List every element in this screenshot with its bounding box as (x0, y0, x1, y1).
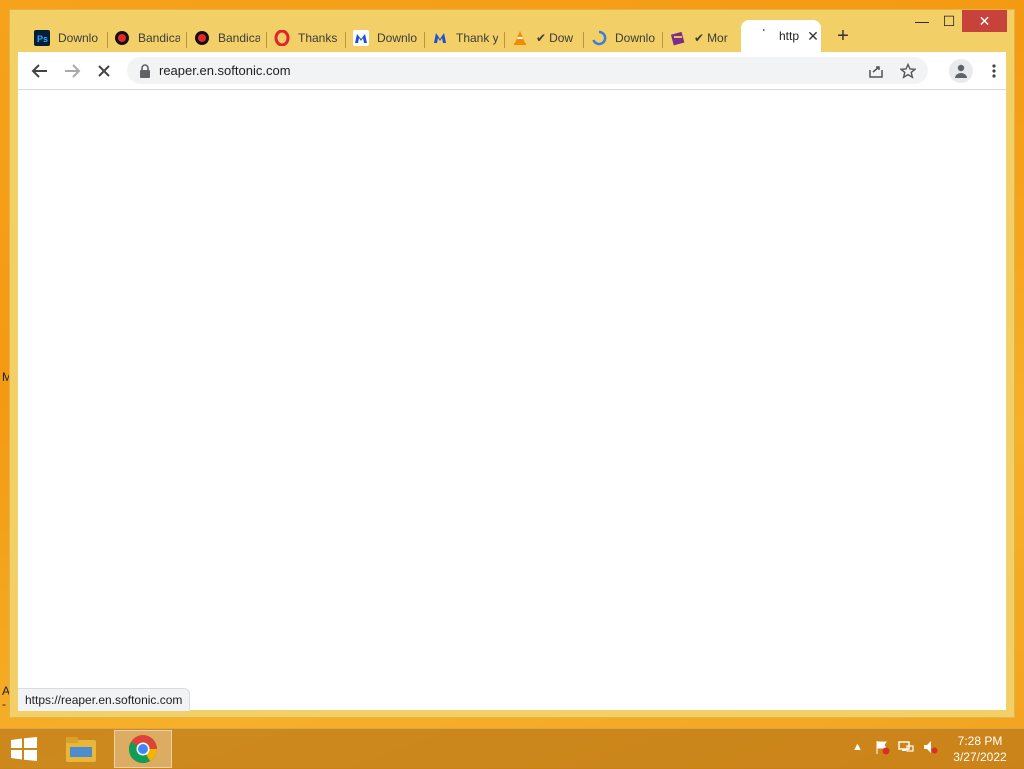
tab-label: Downlo (58, 31, 99, 45)
profile-button[interactable] (949, 59, 973, 83)
chrome-icon (128, 735, 157, 764)
tab-winrar-more[interactable]: ✔ Mor (656, 24, 744, 52)
bandicam-icon (114, 30, 130, 46)
tab-malwarebytes-download[interactable]: Downlo (339, 24, 427, 52)
opera-icon (274, 30, 290, 46)
file-explorer-button[interactable] (52, 730, 110, 768)
person-icon (955, 64, 967, 78)
address-url[interactable]: reaper.en.softonic.com (159, 63, 291, 78)
photoshop-icon: Ps (34, 30, 50, 46)
flag-alert-icon[interactable] (874, 739, 890, 758)
star-icon (900, 63, 916, 79)
share-icon (869, 66, 883, 78)
volume-muted-icon[interactable] (922, 739, 938, 758)
arrow-left-icon (31, 64, 47, 78)
tab-malwarebytes-thanks[interactable]: Thank y (418, 24, 506, 52)
tab-label: http (779, 29, 799, 43)
malwarebytes-icon (353, 30, 369, 46)
stop-loading-button[interactable] (92, 59, 116, 83)
tab-label: Dow (549, 31, 574, 45)
windows-logo-icon (11, 737, 37, 761)
tab-label: Mor (707, 31, 728, 45)
desktop-label-dash: - (2, 697, 6, 711)
tab-vlc-download[interactable]: ✔ Dow (498, 24, 586, 52)
svg-text:Ps: Ps (37, 34, 48, 44)
forward-button[interactable] (60, 59, 84, 83)
close-icon (98, 65, 110, 77)
winrar-icon (670, 30, 686, 46)
tab-label: Downlo (377, 31, 418, 45)
menu-button[interactable] (982, 59, 1006, 83)
tab-close-button[interactable]: ✕ (805, 28, 821, 45)
tab-strip: Ps Downlo Bandica Bandica Thanks Downlo … (10, 10, 1014, 52)
bandicam-icon (194, 30, 210, 46)
status-bubble: https://reaper.en.softonic.com (18, 688, 191, 711)
chrome-window: Ps Downlo Bandica Bandica Thanks Downlo … (10, 10, 1014, 717)
lock-icon (140, 64, 150, 78)
tab-opera-thanks[interactable]: Thanks (260, 24, 348, 52)
tray-overflow-icon[interactable]: ▲ (852, 741, 863, 753)
clock[interactable]: 7:28 PM 3/27/2022 (950, 733, 1010, 765)
tab-bandicam-2[interactable]: Bandica (180, 24, 268, 52)
folder-icon (66, 737, 96, 762)
loading-icon (755, 28, 771, 44)
clock-time: 7:28 PM (957, 734, 1003, 748)
tab-download-8[interactable]: Downlo (577, 24, 665, 52)
close-button[interactable]: ✕ (962, 10, 1007, 32)
share-button[interactable] (865, 60, 887, 82)
tab-bandicam-1[interactable]: Bandica (100, 24, 188, 52)
chrome-taskbar-button[interactable] (114, 730, 172, 768)
taskbar: ▲ 7:28 PM 3/27/2022 (0, 728, 1024, 769)
tab-photoshop-download[interactable]: Ps Downlo (20, 24, 108, 52)
vlc-icon (512, 30, 528, 46)
maximize-button[interactable]: ☐ (937, 10, 961, 32)
desktop-label-a: A (2, 684, 11, 698)
kebab-menu-icon (992, 64, 996, 78)
check-icon: ✔ (694, 31, 705, 45)
network-icon[interactable] (898, 739, 914, 758)
page-content[interactable] (18, 90, 1006, 710)
tab-label: Thanks (298, 31, 338, 45)
arrow-right-icon (65, 64, 81, 78)
address-bar[interactable]: reaper.en.softonic.com (127, 57, 928, 84)
new-tab-button[interactable]: + (832, 26, 854, 48)
tab-label: Thank y (456, 31, 498, 45)
minimize-button[interactable]: — (910, 10, 934, 32)
start-button[interactable] (10, 737, 38, 761)
back-button[interactable] (28, 59, 52, 83)
tab-label: Downlo (615, 31, 656, 45)
clock-date: 3/27/2022 (953, 750, 1007, 764)
loading-ring-icon (591, 30, 607, 46)
browser-toolbar: reaper.en.softonic.com (18, 52, 1006, 90)
tab-active-softonic[interactable]: http ✕ (741, 20, 821, 52)
tab-label: Bandica (218, 31, 260, 45)
check-icon: ✔ (536, 31, 547, 45)
tab-label: Bandica (138, 31, 180, 45)
malwarebytes-icon (432, 30, 448, 46)
bookmark-button[interactable] (897, 60, 919, 82)
